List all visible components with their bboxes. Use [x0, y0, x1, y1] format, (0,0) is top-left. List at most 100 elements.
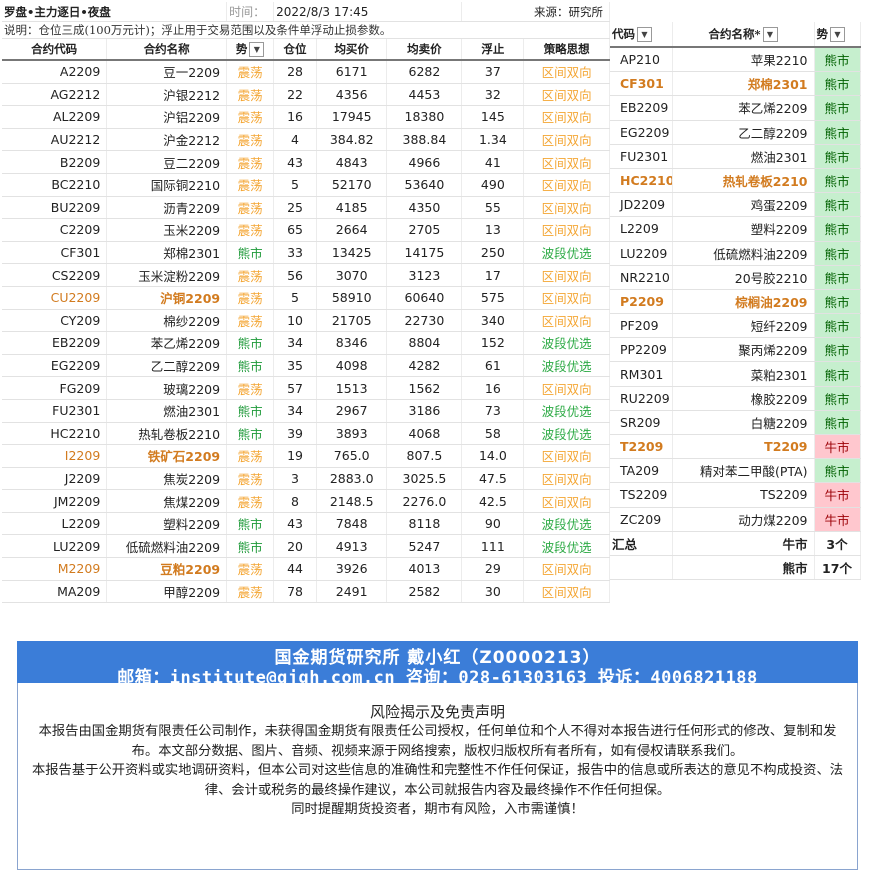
trend-cell[interactable]: 熊市: [226, 422, 275, 446]
position-cell[interactable]: 5: [273, 173, 317, 197]
contract-code-cell[interactable]: C2209: [2, 218, 108, 242]
trend-cell[interactable]: 熊市: [814, 192, 861, 218]
trend-cell[interactable]: 熊市: [814, 144, 861, 169]
contract-name-cell[interactable]: 沪铜2209: [106, 286, 228, 310]
float-stop-cell[interactable]: 29: [461, 557, 525, 581]
avg-sell-cell[interactable]: 4966: [386, 150, 463, 174]
contract-code-cell[interactable]: PP2209: [610, 337, 673, 363]
contract-code-cell[interactable]: EG2209: [2, 354, 108, 378]
contract-code-cell[interactable]: SR209: [610, 410, 673, 436]
trend-cell[interactable]: 震荡: [226, 580, 275, 604]
strategy-cell[interactable]: 区间双向: [523, 173, 610, 197]
contract-name-cell[interactable]: 乙二醇2209: [672, 120, 815, 145]
float-stop-cell[interactable]: 42.5: [461, 489, 525, 513]
strategy-cell[interactable]: 区间双向: [523, 557, 610, 581]
strategy-cell[interactable]: 区间双向: [523, 60, 610, 84]
contract-name-cell[interactable]: 沥青2209: [106, 196, 228, 220]
contract-name-cell[interactable]: 沪金2212: [106, 128, 228, 152]
contract-name-cell[interactable]: 甲醇2209: [106, 580, 228, 604]
trend-cell[interactable]: 熊市: [814, 71, 861, 97]
avg-buy-cell[interactable]: 3926: [316, 557, 388, 581]
avg-sell-cell[interactable]: 388.84: [386, 128, 463, 152]
position-cell[interactable]: 44: [273, 557, 317, 581]
position-cell[interactable]: 34: [273, 399, 317, 423]
avg-buy-cell[interactable]: 2491: [316, 580, 388, 604]
trend-cell[interactable]: 熊市: [814, 458, 861, 484]
avg-sell-cell[interactable]: 3186: [386, 399, 463, 423]
col-header-trend[interactable]: 势 ▼: [226, 38, 275, 61]
float-stop-cell[interactable]: 16: [461, 376, 525, 400]
position-cell[interactable]: 56: [273, 263, 317, 287]
position-cell[interactable]: 25: [273, 196, 317, 220]
trend-cell[interactable]: 牛市: [814, 434, 861, 460]
contract-name-cell[interactable]: 苯乙烯2209: [672, 95, 815, 121]
position-cell[interactable]: 65: [273, 218, 317, 242]
position-cell[interactable]: 78: [273, 580, 317, 604]
trend-cell[interactable]: 震荡: [226, 196, 275, 220]
float-stop-cell[interactable]: 41: [461, 150, 525, 174]
position-cell[interactable]: 43: [273, 150, 317, 174]
strategy-cell[interactable]: 波段优选: [523, 422, 610, 446]
strategy-cell[interactable]: 波段优选: [523, 399, 610, 423]
float-stop-cell[interactable]: 55: [461, 196, 525, 220]
contract-code-cell[interactable]: AU2212: [2, 128, 108, 152]
trend-cell[interactable]: 震荡: [226, 60, 275, 84]
strategy-cell[interactable]: 区间双向: [523, 83, 610, 107]
contract-code-cell[interactable]: MA209: [2, 580, 108, 604]
contract-name-cell[interactable]: 郑棉2301: [106, 241, 228, 265]
avg-buy-cell[interactable]: 8346: [316, 331, 388, 355]
contract-name-cell[interactable]: 棕榈油2209: [672, 289, 815, 315]
contract-name-cell[interactable]: 焦炭2209: [106, 467, 228, 491]
trend-cell[interactable]: 熊市: [814, 120, 861, 145]
contract-code-cell[interactable]: A2209: [2, 60, 108, 84]
avg-buy-cell[interactable]: 6171: [316, 60, 388, 84]
position-cell[interactable]: 16: [273, 105, 317, 129]
trend-cell[interactable]: 震荡: [226, 128, 275, 152]
contract-code-cell[interactable]: AL2209: [2, 105, 108, 129]
avg-sell-cell[interactable]: 1562: [386, 376, 463, 400]
contract-name-cell[interactable]: 玉米2209: [106, 218, 228, 242]
float-stop-cell[interactable]: 575: [461, 286, 525, 310]
strategy-cell[interactable]: 区间双向: [523, 467, 610, 491]
position-cell[interactable]: 34: [273, 331, 317, 355]
contract-code-cell[interactable]: AG2212: [2, 83, 108, 107]
float-stop-cell[interactable]: 90: [461, 512, 525, 536]
position-cell[interactable]: 10: [273, 309, 317, 333]
trend-cell[interactable]: 熊市: [814, 289, 861, 315]
avg-buy-cell[interactable]: 2883.0: [316, 467, 388, 491]
contract-name-cell[interactable]: 塑料2209: [672, 216, 815, 242]
contract-name-cell[interactable]: 苹果2210: [672, 47, 815, 73]
trend-cell[interactable]: 熊市: [814, 216, 861, 242]
contract-code-cell[interactable]: ZC209: [610, 507, 673, 532]
avg-sell-cell[interactable]: 4013: [386, 557, 463, 581]
contract-name-cell[interactable]: 豆一2209: [106, 60, 228, 84]
trend-cell[interactable]: 熊市: [226, 399, 275, 423]
float-stop-cell[interactable]: 58: [461, 422, 525, 446]
float-stop-cell[interactable]: 145: [461, 105, 525, 129]
position-cell[interactable]: 8: [273, 489, 317, 513]
avg-buy-cell[interactable]: 21705: [316, 309, 388, 333]
contract-name-cell[interactable]: 玻璃2209: [106, 376, 228, 400]
trend-cell[interactable]: 熊市: [814, 337, 861, 363]
position-cell[interactable]: 33: [273, 241, 317, 265]
float-stop-cell[interactable]: 47.5: [461, 467, 525, 491]
trend-cell[interactable]: 熊市: [814, 386, 861, 411]
avg-sell-cell[interactable]: 3123: [386, 263, 463, 287]
contract-code-cell[interactable]: AP210: [610, 47, 673, 73]
avg-buy-cell[interactable]: 13425: [316, 241, 388, 265]
position-cell[interactable]: 39: [273, 422, 317, 446]
trend-cell[interactable]: 熊市: [226, 331, 275, 355]
contract-code-cell[interactable]: TA209: [610, 458, 673, 484]
contract-name-cell[interactable]: 燃油2301: [672, 144, 815, 169]
trend-cell[interactable]: 牛市: [814, 482, 861, 508]
float-stop-cell[interactable]: 152: [461, 331, 525, 355]
float-stop-cell[interactable]: 61: [461, 354, 525, 378]
contract-code-cell[interactable]: FG209: [2, 376, 108, 400]
contract-name-cell[interactable]: 豆粕2209: [106, 557, 228, 581]
position-cell[interactable]: 57: [273, 376, 317, 400]
trend-cell[interactable]: 震荡: [226, 150, 275, 174]
trend-cell[interactable]: 震荡: [226, 173, 275, 197]
strategy-cell[interactable]: 波段优选: [523, 331, 610, 355]
strategy-cell[interactable]: 波段优选: [523, 534, 610, 559]
position-cell[interactable]: 28: [273, 60, 317, 84]
